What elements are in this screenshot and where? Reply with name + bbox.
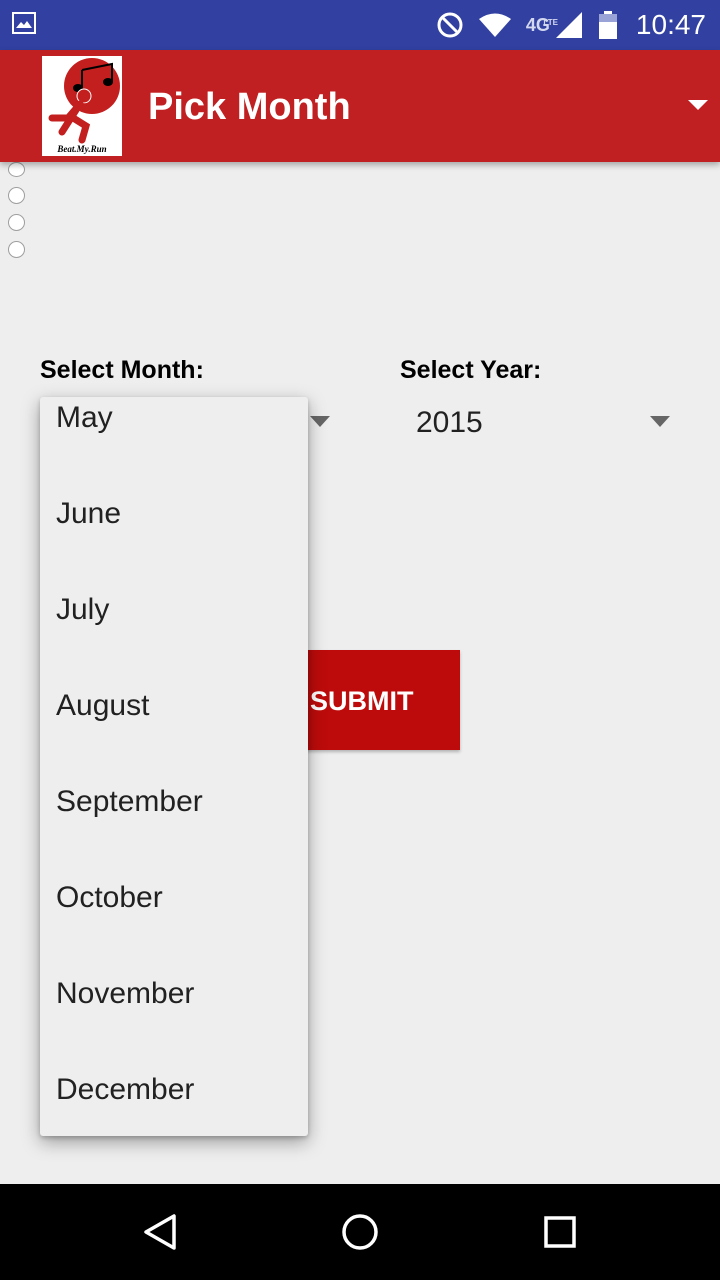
year-spinner-arrow-icon xyxy=(650,416,670,427)
dropdown-item-october[interactable]: October xyxy=(40,850,308,946)
navigation-bar xyxy=(0,1184,720,1280)
year-spinner[interactable]: 2015 xyxy=(400,395,680,455)
month-label: Select Month: xyxy=(40,356,204,384)
recent-apps-icon[interactable] xyxy=(540,1212,580,1252)
back-icon[interactable] xyxy=(140,1212,180,1252)
cell-signal-icon xyxy=(555,12,582,38)
dropdown-item-december[interactable]: December xyxy=(40,1042,308,1136)
app-bar: Beat.My.Run Pick Month xyxy=(0,50,720,162)
month-spinner-arrow-icon[interactable] xyxy=(310,416,330,427)
page-dot[interactable] xyxy=(8,187,25,204)
page-indicator xyxy=(8,162,28,268)
submit-label: SUBMIT xyxy=(310,686,414,716)
do-not-disturb-icon xyxy=(437,12,463,38)
year-label: Select Year: xyxy=(400,356,542,384)
month-dropdown-list: May June July August September October N… xyxy=(40,397,308,1136)
page-dot[interactable] xyxy=(8,214,25,231)
dropdown-item-may[interactable]: May xyxy=(40,397,308,466)
battery-icon xyxy=(598,11,617,39)
home-icon[interactable] xyxy=(340,1212,380,1252)
gallery-notification-icon xyxy=(12,12,36,34)
overflow-menu-icon[interactable] xyxy=(688,100,708,110)
status-bar: 4G LTE 10:47 xyxy=(0,0,720,50)
dropdown-item-september[interactable]: September xyxy=(40,754,308,850)
dropdown-item-july[interactable]: July xyxy=(40,562,308,658)
logo-text: Beat.My.Run xyxy=(57,144,107,154)
page-title: Pick Month xyxy=(148,86,351,128)
page-dot[interactable] xyxy=(8,162,25,177)
wifi-icon xyxy=(478,13,511,37)
network-type-label: 4G LTE xyxy=(525,14,558,35)
dropdown-item-november[interactable]: November xyxy=(40,946,308,1042)
dropdown-item-august[interactable]: August xyxy=(40,658,308,754)
clock: 10:47 xyxy=(635,9,706,40)
year-value: 2015 xyxy=(416,406,483,439)
app-logo: Beat.My.Run xyxy=(42,56,122,156)
dropdown-item-june[interactable]: June xyxy=(40,466,308,562)
month-dropdown[interactable]: May June July August September October N… xyxy=(40,397,308,1136)
page-dot[interactable] xyxy=(8,241,25,258)
